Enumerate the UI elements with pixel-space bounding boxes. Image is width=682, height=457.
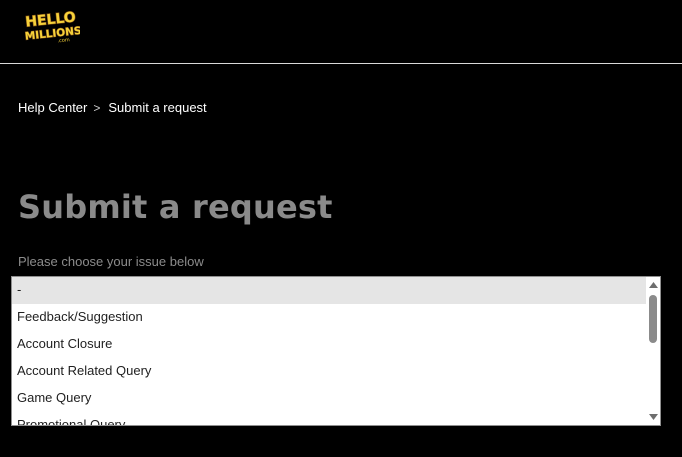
issue-options-list: - Feedback/Suggestion Account Closure Ac… [12,277,646,425]
hello-millions-logo[interactable]: HELLO MILLIONS .com [22,9,80,45]
breadcrumb-submit-request[interactable]: Submit a request [108,100,206,115]
logo-graphic: HELLO MILLIONS .com [24,9,80,44]
issue-option-account-related[interactable]: Account Related Query [12,358,646,385]
page: HELLO MILLIONS .com Help Center > Submit… [0,0,682,457]
site-header: HELLO MILLIONS .com [0,0,682,64]
page-title: Submit a request [18,188,333,226]
scroll-down-arrow-icon[interactable] [646,410,660,424]
issue-option-account-closure[interactable]: Account Closure [12,331,646,358]
issue-option-game-query[interactable]: Game Query [12,385,646,412]
breadcrumb: Help Center > Submit a request [18,100,207,115]
issue-select-label: Please choose your issue below [18,254,204,269]
issue-option-none[interactable]: - [12,277,646,304]
issue-select-listbox[interactable]: - Feedback/Suggestion Account Closure Ac… [11,276,661,426]
scroll-up-arrow-icon[interactable] [646,278,660,292]
issue-option-promotional-query[interactable]: Promotional Query [12,412,646,425]
breadcrumb-help-center[interactable]: Help Center [18,100,87,115]
breadcrumb-separator: > [93,100,101,115]
logo-line-3: .com [57,37,70,44]
issue-option-feedback[interactable]: Feedback/Suggestion [12,304,646,331]
scroll-thumb[interactable] [649,295,657,343]
listbox-scrollbar[interactable] [646,277,660,425]
